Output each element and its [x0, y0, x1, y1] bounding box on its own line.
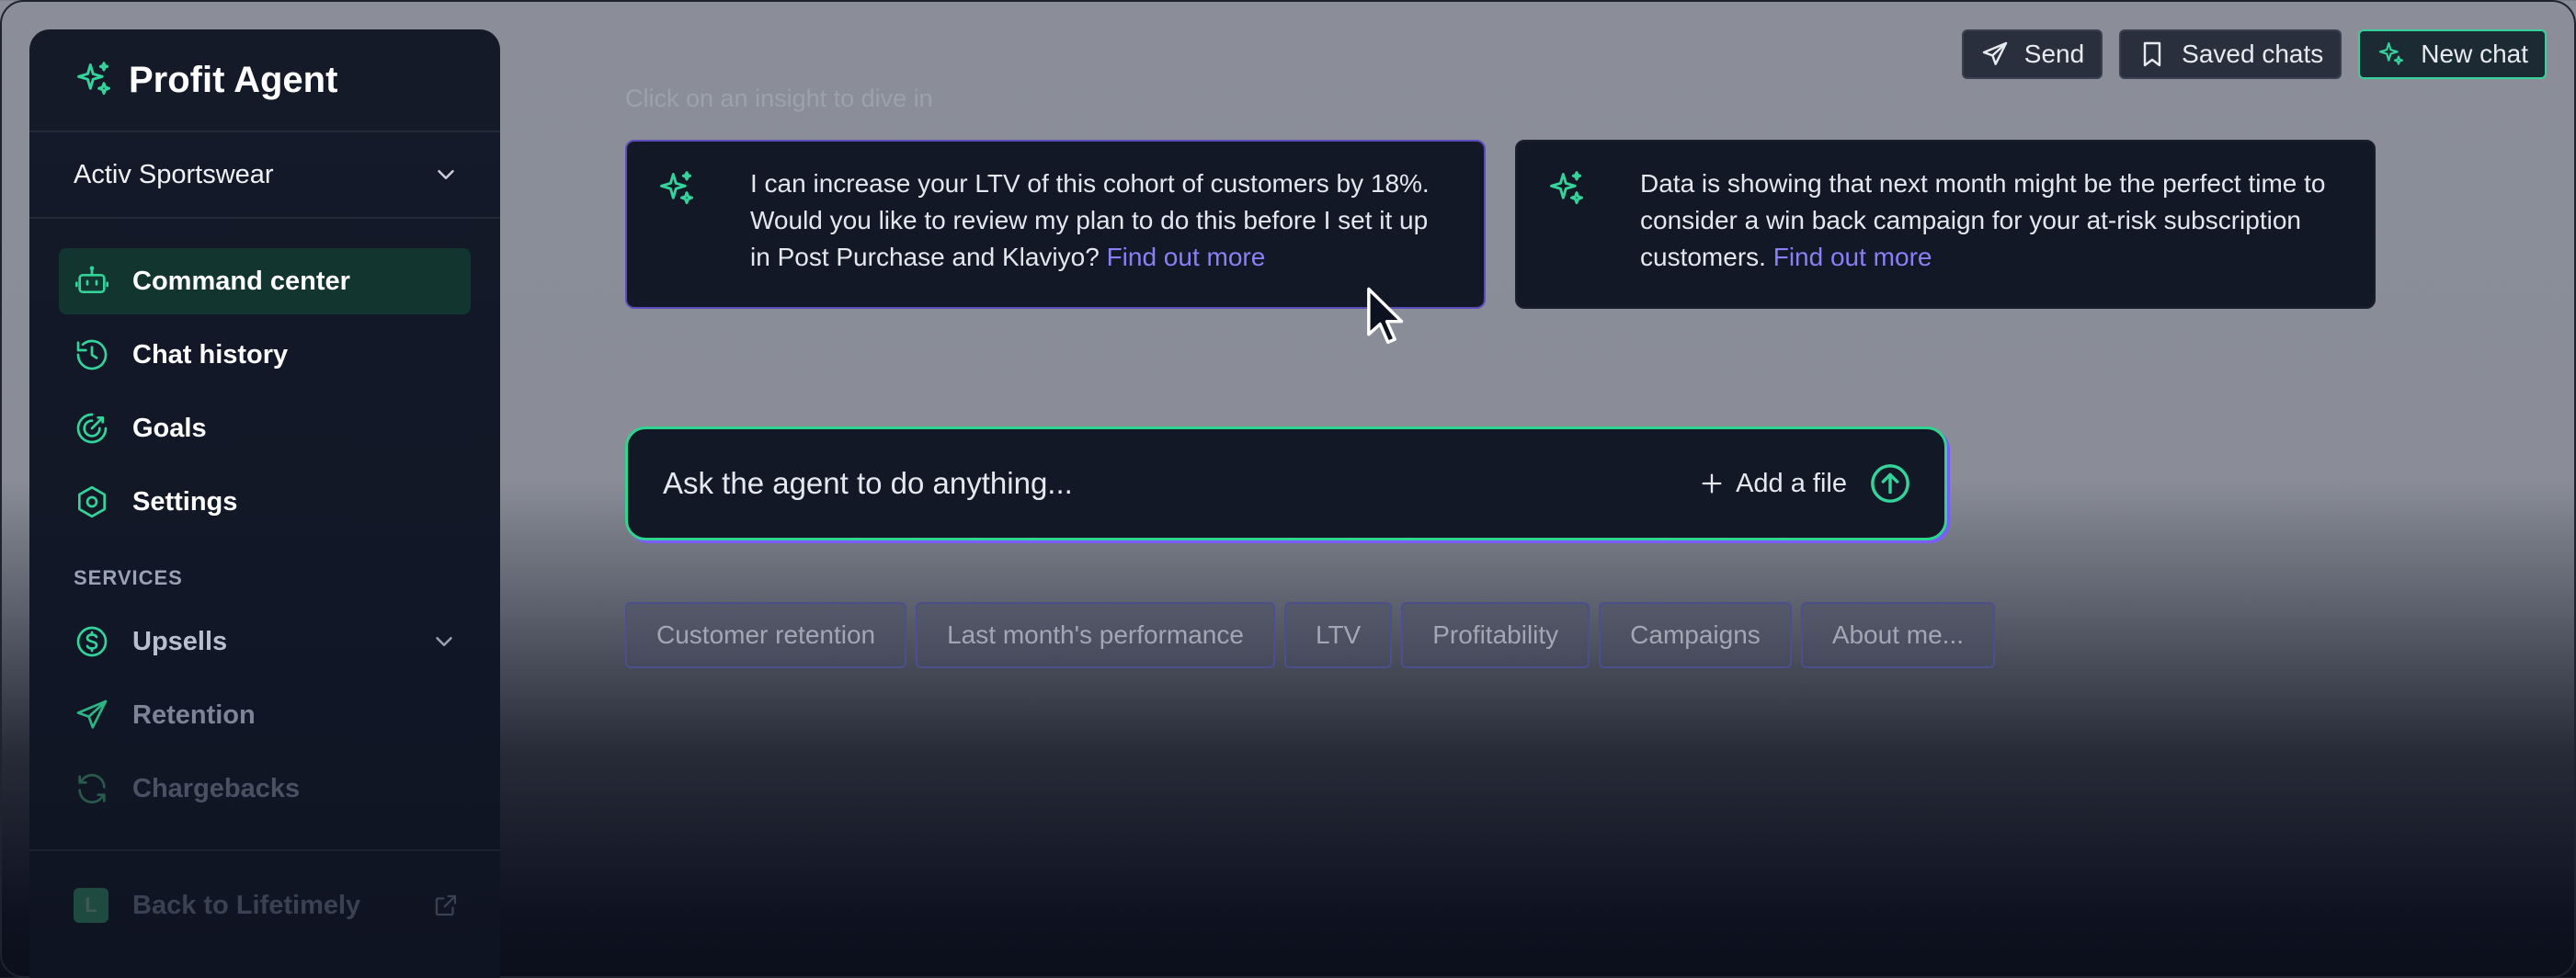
sparkle-icon: [660, 171, 693, 205]
add-file-button[interactable]: Add a file: [1699, 469, 1847, 499]
sparkle-icon: [1550, 171, 1583, 205]
chevron-down-icon: [438, 170, 454, 179]
new-chat-button[interactable]: New chat: [2358, 29, 2547, 79]
top-actions: Send Saved chats New chat: [1961, 29, 2547, 79]
suggestion-chip[interactable]: Customer retention: [625, 602, 907, 668]
insight-body: I can increase your LTV of this cohort o…: [750, 169, 1430, 271]
refresh-icon: [78, 773, 106, 804]
history-icon: [76, 339, 108, 370]
nav-item-settings[interactable]: Settings: [59, 469, 471, 535]
nav-label: Chargebacks: [132, 773, 301, 803]
suggestion-chip[interactable]: Profitability: [1401, 602, 1590, 668]
ask-agent-input[interactable]: [663, 466, 1700, 501]
send-button[interactable]: Send: [1961, 29, 2103, 79]
nav-item-chargebacks[interactable]: Chargebacks: [59, 756, 471, 822]
insight-hint: Click on an insight to dive in: [625, 85, 933, 112]
nav-label: Chat history: [132, 339, 289, 370]
insight-body: Data is showing that next month might be…: [1640, 169, 2326, 271]
nav-label: Command center: [132, 266, 350, 296]
mouse-cursor-icon: [1367, 287, 1404, 345]
paper-plane-icon: [76, 699, 108, 729]
chevron-down-icon: [436, 637, 452, 646]
nav-label: Settings: [132, 486, 238, 517]
insight-card[interactable]: I can increase your LTV of this cohort o…: [625, 140, 1486, 309]
new-chat-label: New chat: [2421, 40, 2528, 68]
send-label: Send: [2023, 40, 2085, 68]
nav-label: Retention: [132, 699, 256, 730]
find-out-more-link[interactable]: Find out more: [1773, 243, 1932, 271]
suggestion-chips: Customer retention Last month's performa…: [625, 602, 1995, 668]
hexagon-settings-icon: [78, 485, 106, 518]
suggestion-chip[interactable]: Last month's performance: [916, 602, 1275, 668]
brand-title: Profit Agent: [129, 59, 338, 100]
store-name: Activ Sportswear: [74, 159, 274, 189]
suggestion-chip[interactable]: Campaigns: [1599, 602, 1792, 668]
insight-text: Data is showing that next month might be…: [1640, 165, 2344, 307]
nav-label: Goals: [132, 413, 207, 443]
sparkle-icon: [2379, 41, 2404, 65]
nav-label: Upsells: [132, 626, 228, 656]
nav-item-command-center[interactable]: Command center: [59, 248, 471, 314]
dollar-circle-icon: [76, 626, 108, 657]
nav-item-goals[interactable]: Goals: [59, 395, 471, 461]
target-icon: [76, 413, 108, 444]
back-link-label: Back to Lifetimely: [132, 890, 361, 920]
services-title: SERVICES: [74, 566, 183, 589]
add-file-label: Add a file: [1736, 468, 1847, 498]
saved-chats-button[interactable]: Saved chats: [2119, 29, 2342, 79]
saved-chats-label: Saved chats: [2182, 40, 2324, 68]
nav-item-retention[interactable]: Retention: [59, 682, 471, 748]
paper-plane-icon: [1982, 41, 2007, 65]
lifetimely-logo: L: [74, 888, 108, 923]
suggestion-chip[interactable]: About me...: [1800, 602, 1995, 668]
nav-item-chat-history[interactable]: Chat history: [59, 322, 471, 388]
suggestion-chip[interactable]: LTV: [1283, 602, 1393, 668]
sparkle-icon: [77, 62, 110, 96]
bookmark-icon: [2143, 41, 2161, 67]
plus-icon: [1702, 473, 1722, 494]
ask-agent-bar: Add a file: [625, 426, 1947, 540]
insight-text: I can increase your LTV of this cohort o…: [750, 165, 1454, 307]
external-link-icon: [435, 894, 457, 916]
main-nav: Command center Chat history Goals Settin…: [29, 219, 500, 535]
find-out-more-link[interactable]: Find out more: [1107, 243, 1266, 271]
sidebar: Profit Agent Activ Sportswear Command ce…: [29, 29, 500, 978]
insight-card[interactable]: Data is showing that next month might be…: [1515, 140, 2376, 309]
store-selector[interactable]: Activ Sportswear: [29, 132, 500, 219]
brand: Profit Agent: [29, 29, 500, 132]
submit-arrow-up-icon[interactable]: [1869, 462, 1911, 505]
nav-item-upsells[interactable]: Upsells: [59, 608, 471, 675]
back-to-lifetimely-link[interactable]: L Back to Lifetimely: [29, 849, 500, 923]
robot-icon: [75, 266, 108, 293]
services-nav: Upsells Retention Chargebacks: [29, 608, 500, 822]
